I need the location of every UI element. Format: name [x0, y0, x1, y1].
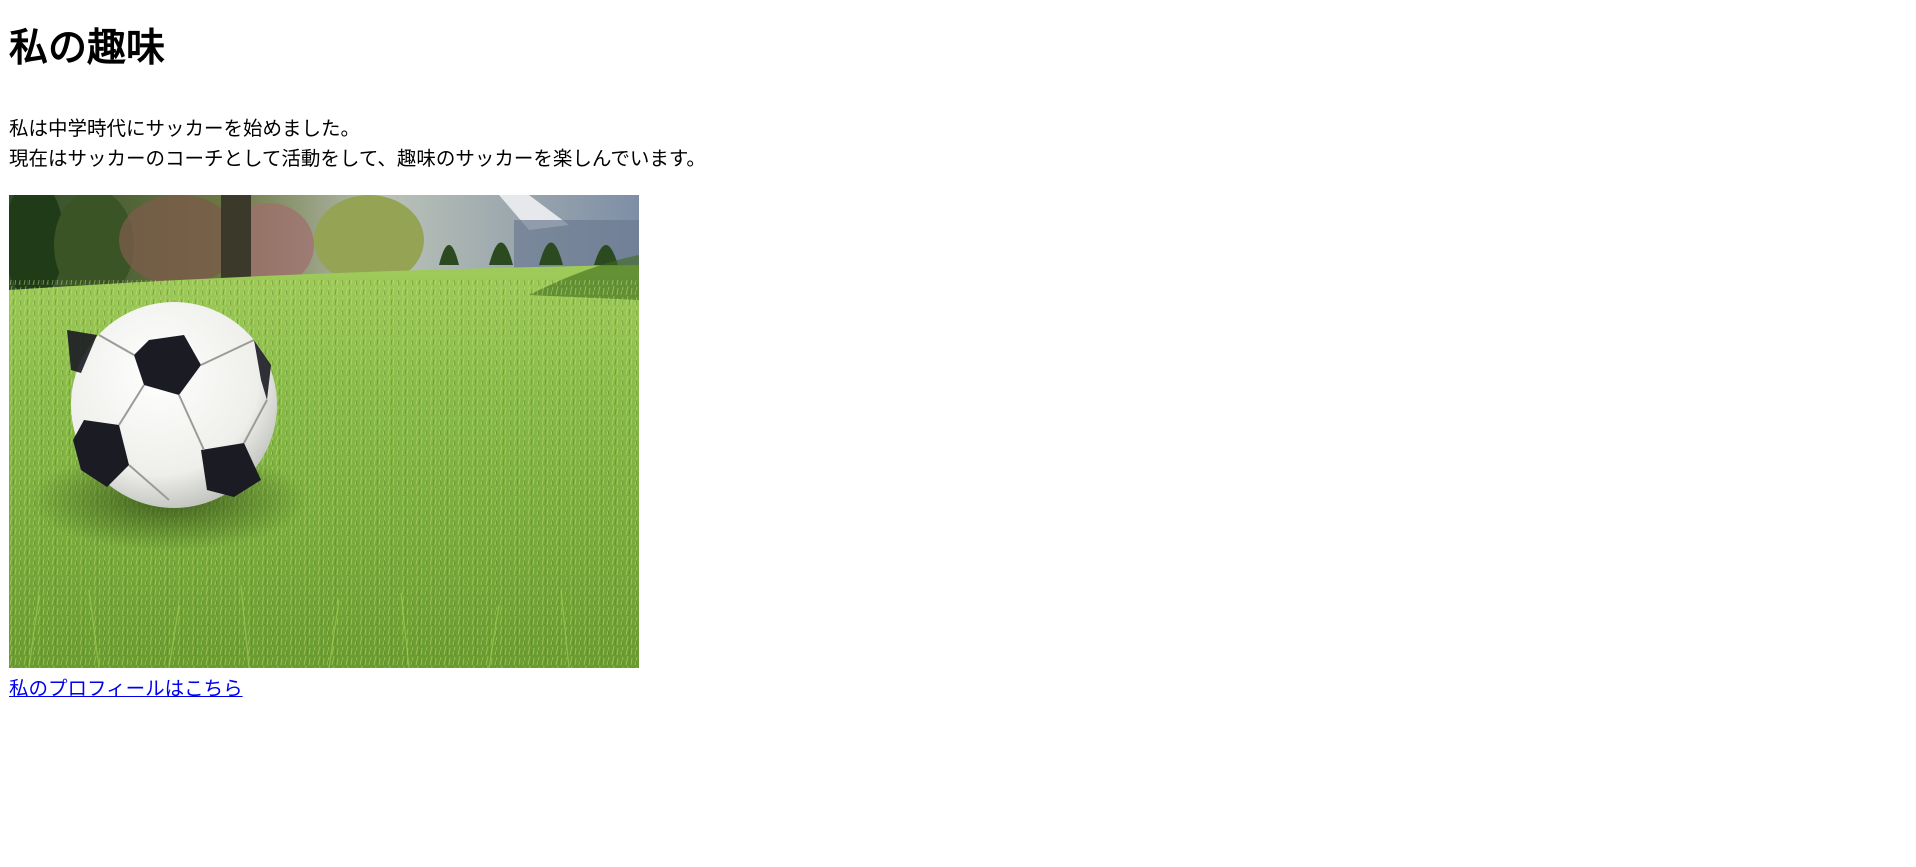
soccer-ball-illustration [9, 195, 639, 668]
page: 私の趣味 私は中学時代にサッカーを始めました。 現在はサッカーのコーチとして活動… [0, 0, 1916, 867]
intro-paragraph: 私は中学時代にサッカーを始めました。 現在はサッカーのコーチとして活動をして、趣… [9, 114, 706, 174]
profile-link[interactable]: 私のプロフィールはこちら [9, 674, 243, 704]
intro-line-1: 私は中学時代にサッカーを始めました。 [9, 117, 361, 140]
intro-line-2: 現在はサッカーのコーチとして活動をして、趣味のサッカーを楽しんでいます。 [9, 147, 706, 170]
page-title: 私の趣味 [9, 26, 166, 71]
soccer-ball-image [9, 195, 639, 668]
